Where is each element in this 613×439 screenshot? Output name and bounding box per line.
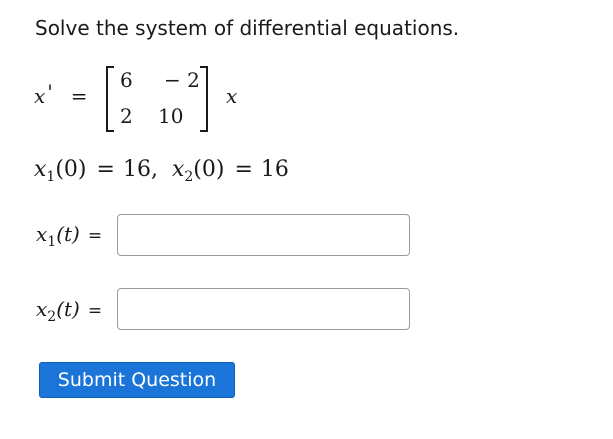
x2-equals: = (234, 157, 253, 182)
rhs-variable: x (226, 84, 238, 108)
lhs-variable: x (34, 84, 46, 108)
question-prompt: Solve the system of differential equatio… (35, 16, 460, 40)
x1-equals: = (96, 157, 115, 182)
matrix-cell-2-1: 2 (120, 104, 133, 128)
answer-x2-label: x2(t) = (36, 297, 103, 325)
answer-x2-argument: (t) (56, 297, 80, 321)
answer-x2-equals: = (87, 301, 103, 321)
answer-x1-var: x (36, 222, 48, 246)
initial-conditions: x1(0) = 16, x2(0) = 16 (34, 155, 289, 187)
x2-var: x (171, 157, 185, 182)
x2-initial-value: 16 (260, 157, 289, 182)
x2-subscript: 2 (184, 169, 194, 185)
matrix-cell-1-1: 6 (120, 68, 133, 92)
answer-x1-label: x1(t) = (36, 222, 103, 250)
answer-x1-equals: = (87, 226, 103, 246)
submit-question-button[interactable]: Submit Question (39, 362, 235, 398)
matrix-cell-1-2: − 2 (164, 68, 200, 92)
coefficient-matrix: 6 − 2 2 10 (106, 64, 208, 136)
answer-x2-input[interactable] (117, 288, 410, 330)
answer-x2-subscript: 2 (47, 309, 57, 325)
equation-lhs: x ' = (34, 80, 88, 108)
x1-subscript: 1 (46, 169, 56, 185)
right-bracket (200, 66, 208, 132)
answer-x2-var: x (36, 297, 48, 321)
answer-x1-input[interactable] (117, 214, 410, 256)
x1-initial-value: 16, (122, 157, 158, 182)
answer-x1-subscript: 1 (47, 234, 57, 250)
matrix-cell-2-2: 10 (158, 104, 184, 128)
prime-mark: ' (47, 80, 53, 104)
answer-x1-argument: (t) (56, 222, 80, 246)
left-bracket (106, 66, 114, 132)
x1-argument: (0) (55, 157, 87, 182)
x2-argument: (0) (193, 157, 225, 182)
x1-var: x (34, 157, 47, 182)
equals-sign: = (70, 84, 88, 108)
